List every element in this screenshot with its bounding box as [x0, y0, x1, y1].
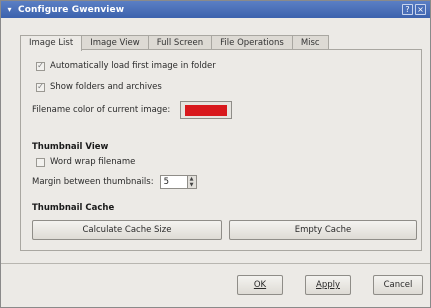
show-folders-label: Show folders and archives: [50, 82, 162, 92]
show-folders-row[interactable]: ✓ Show folders and archives: [36, 82, 162, 92]
settings-tabs: Image List Image View Full Screen File O…: [20, 35, 329, 51]
filename-color-button[interactable]: [180, 101, 233, 119]
thumbnail-cache-heading: Thumbnail Cache: [32, 203, 115, 213]
thumbnail-cache-heading-row: Thumbnail Cache: [32, 203, 114, 213]
help-button[interactable]: ?: [402, 4, 413, 15]
image-list-panel: ✓ Automatically load first image in fold…: [20, 49, 422, 251]
show-folders-checkbox[interactable]: ✓: [36, 82, 45, 92]
calculate-cache-size-button[interactable]: Calculate Cache Size: [32, 220, 222, 240]
ok-button[interactable]: OK: [237, 275, 283, 295]
filename-color-label: Filename color of current image:: [32, 105, 171, 115]
window-title: Configure Gwenview: [18, 4, 125, 15]
tab-file-operations[interactable]: File Operations: [211, 35, 293, 50]
tab-image-list[interactable]: Image List: [20, 35, 83, 51]
margin-spinbox[interactable]: 5 ▲ ▼: [159, 175, 197, 189]
thumbnail-view-heading: Thumbnail View: [32, 142, 109, 152]
close-button[interactable]: ×: [415, 4, 426, 15]
button-separator: [1, 263, 430, 264]
tab-image-view[interactable]: Image View: [81, 35, 149, 50]
spin-down-icon[interactable]: ▼: [188, 182, 196, 188]
word-wrap-label: Word wrap filename: [50, 157, 136, 167]
ok-label: OK: [253, 280, 267, 290]
word-wrap-checkbox[interactable]: [36, 157, 45, 167]
filename-color-swatch: [185, 104, 228, 116]
tab-misc[interactable]: Misc: [291, 35, 329, 50]
margin-row: Margin between thumbnails: 5 ▲ ▼: [32, 175, 197, 189]
window-menu-icon[interactable]: ▾: [5, 5, 14, 14]
filename-color-row: Filename color of current image:: [32, 101, 233, 119]
apply-label: Apply: [316, 280, 340, 290]
tab-full-screen[interactable]: Full Screen: [147, 35, 213, 50]
auto-load-row[interactable]: ✓ Automatically load first image in fold…: [36, 61, 216, 71]
title-bar[interactable]: ▾ Configure Gwenview ? ×: [1, 1, 430, 18]
apply-button[interactable]: Apply: [305, 275, 351, 295]
cancel-button[interactable]: Cancel: [373, 275, 423, 295]
margin-label: Margin between thumbnails:: [32, 177, 154, 187]
margin-spin-arrows[interactable]: ▲ ▼: [187, 175, 197, 189]
auto-load-checkbox[interactable]: ✓: [36, 61, 45, 71]
configure-dialog: ▾ Configure Gwenview ? × Image List Imag…: [0, 0, 431, 308]
auto-load-label: Automatically load first image in folder: [50, 61, 216, 71]
word-wrap-row[interactable]: Word wrap filename: [36, 157, 135, 167]
empty-cache-button[interactable]: Empty Cache: [229, 220, 417, 240]
thumbnail-view-heading-row: Thumbnail View: [32, 142, 108, 152]
margin-input[interactable]: 5: [159, 175, 188, 189]
